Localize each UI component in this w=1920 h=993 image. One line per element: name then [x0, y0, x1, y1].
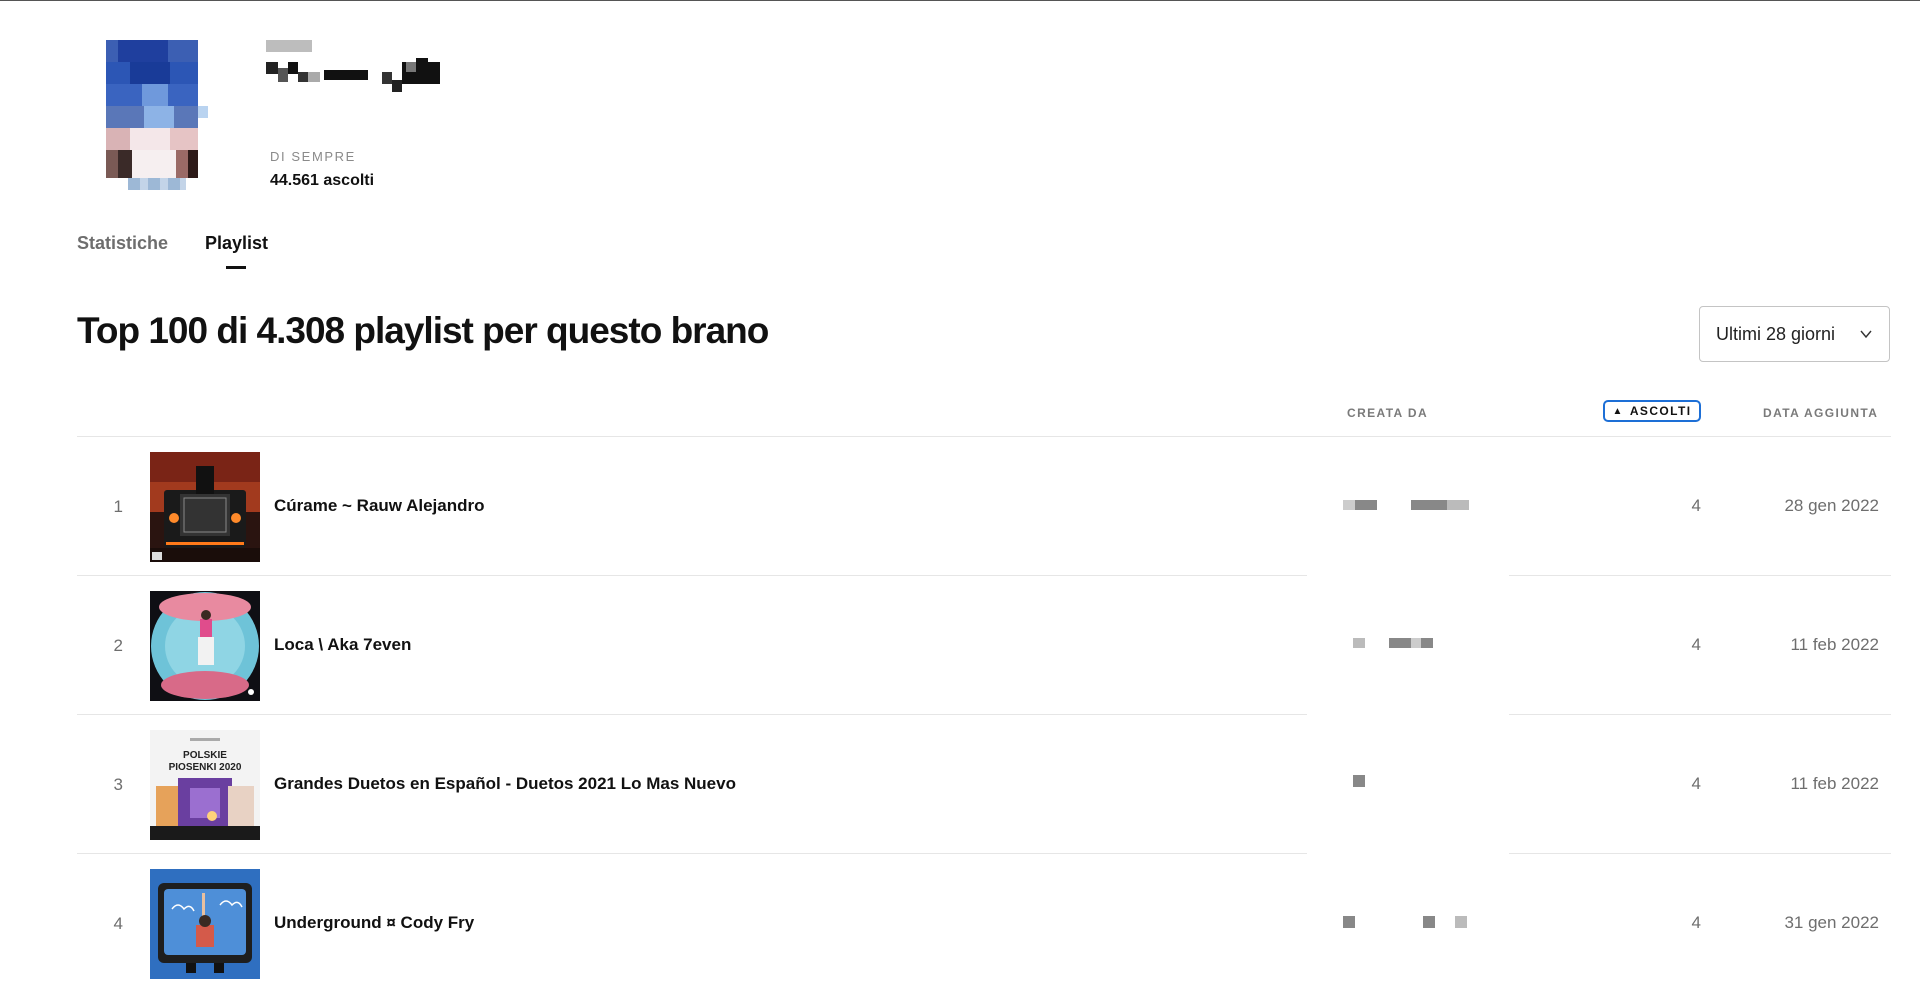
playlist-plays: 4 — [1691, 774, 1701, 793]
date-added: 11 feb 2022 — [1790, 635, 1879, 654]
table-row[interactable]: 2 Loca \ Aka 7even 4 11 feb 2022 — [77, 576, 1891, 715]
artist-name-redacted — [128, 178, 186, 190]
playlist-name[interactable]: Cúrame ~ Rauw Alejandro — [274, 496, 485, 516]
song-artist-redacted — [266, 40, 312, 52]
playlist-plays: 4 — [1691, 496, 1701, 515]
cover-text-line-1: POLSKIE — [183, 750, 227, 761]
total-plays: 44.561 ascolti — [270, 172, 375, 189]
active-tab-indicator — [226, 266, 246, 269]
cover-text-line-2: PIOSENKI 2020 — [169, 762, 242, 773]
playlist-cover — [150, 591, 260, 701]
row-rank: 2 — [113, 636, 123, 655]
table-row[interactable]: 1 Cúrame ~ Rauw Alejandro 4 28 gen 2022 — [77, 437, 1891, 576]
column-header-plays[interactable]: ▲ ASCOLTI — [1603, 400, 1701, 422]
page-title: Top 100 di 4.308 playlist per questo bra… — [77, 310, 769, 351]
creator-name-redacted — [1343, 916, 1467, 928]
playlist-name[interactable]: Grandes Duetos en Español - Duetos 2021 … — [274, 774, 736, 794]
date-added: 31 gen 2022 — [1784, 913, 1879, 932]
column-header-creator[interactable]: CREATA DA — [1347, 406, 1428, 420]
row-rank: 1 — [113, 497, 123, 516]
column-header-date-added[interactable]: DATA AGGIUNTA — [1763, 406, 1878, 420]
period-label: DI SEMPRE — [270, 149, 356, 164]
creator-name-redacted — [1353, 638, 1433, 648]
time-range-value: Ultimi 28 giorni — [1716, 324, 1836, 344]
tab-playlist[interactable]: Playlist — [205, 233, 268, 254]
playlist-cover — [150, 869, 260, 979]
playlist-cover — [150, 452, 260, 562]
time-range-dropdown[interactable]: Ultimi 28 giorni — [1699, 306, 1890, 362]
song-title-redacted — [266, 58, 440, 92]
date-added: 28 gen 2022 — [1784, 496, 1879, 515]
date-added: 11 feb 2022 — [1790, 774, 1879, 793]
playlist-cover: POLSKIE PIOSENKI 2020 — [150, 730, 260, 840]
sort-up-icon: ▲ — [1612, 405, 1624, 417]
table-row[interactable]: 3 POLSKIE PIOSENKI 2020 Grandes Duetos e… — [77, 715, 1891, 854]
playlist-plays: 4 — [1691, 635, 1701, 654]
playlist-name[interactable]: Loca \ Aka 7even — [274, 635, 411, 655]
playlist-name[interactable]: Underground ¤ Cody Fry — [274, 913, 474, 933]
column-header-plays-label: ASCOLTI — [1629, 404, 1692, 418]
chevron-down-icon — [1860, 330, 1872, 339]
row-rank: 4 — [113, 914, 123, 933]
song-cover-art — [106, 40, 208, 178]
tab-statistics[interactable]: Statistiche — [77, 233, 168, 254]
playlist-plays: 4 — [1691, 913, 1701, 932]
creator-name-redacted — [1343, 500, 1469, 510]
row-rank: 3 — [113, 775, 123, 794]
creator-name-redacted — [1353, 775, 1365, 787]
table-row[interactable]: 4 Underground ¤ Cody Fry 4 31 gen 2022 — [77, 854, 1891, 993]
window-top-border — [0, 0, 1920, 1]
